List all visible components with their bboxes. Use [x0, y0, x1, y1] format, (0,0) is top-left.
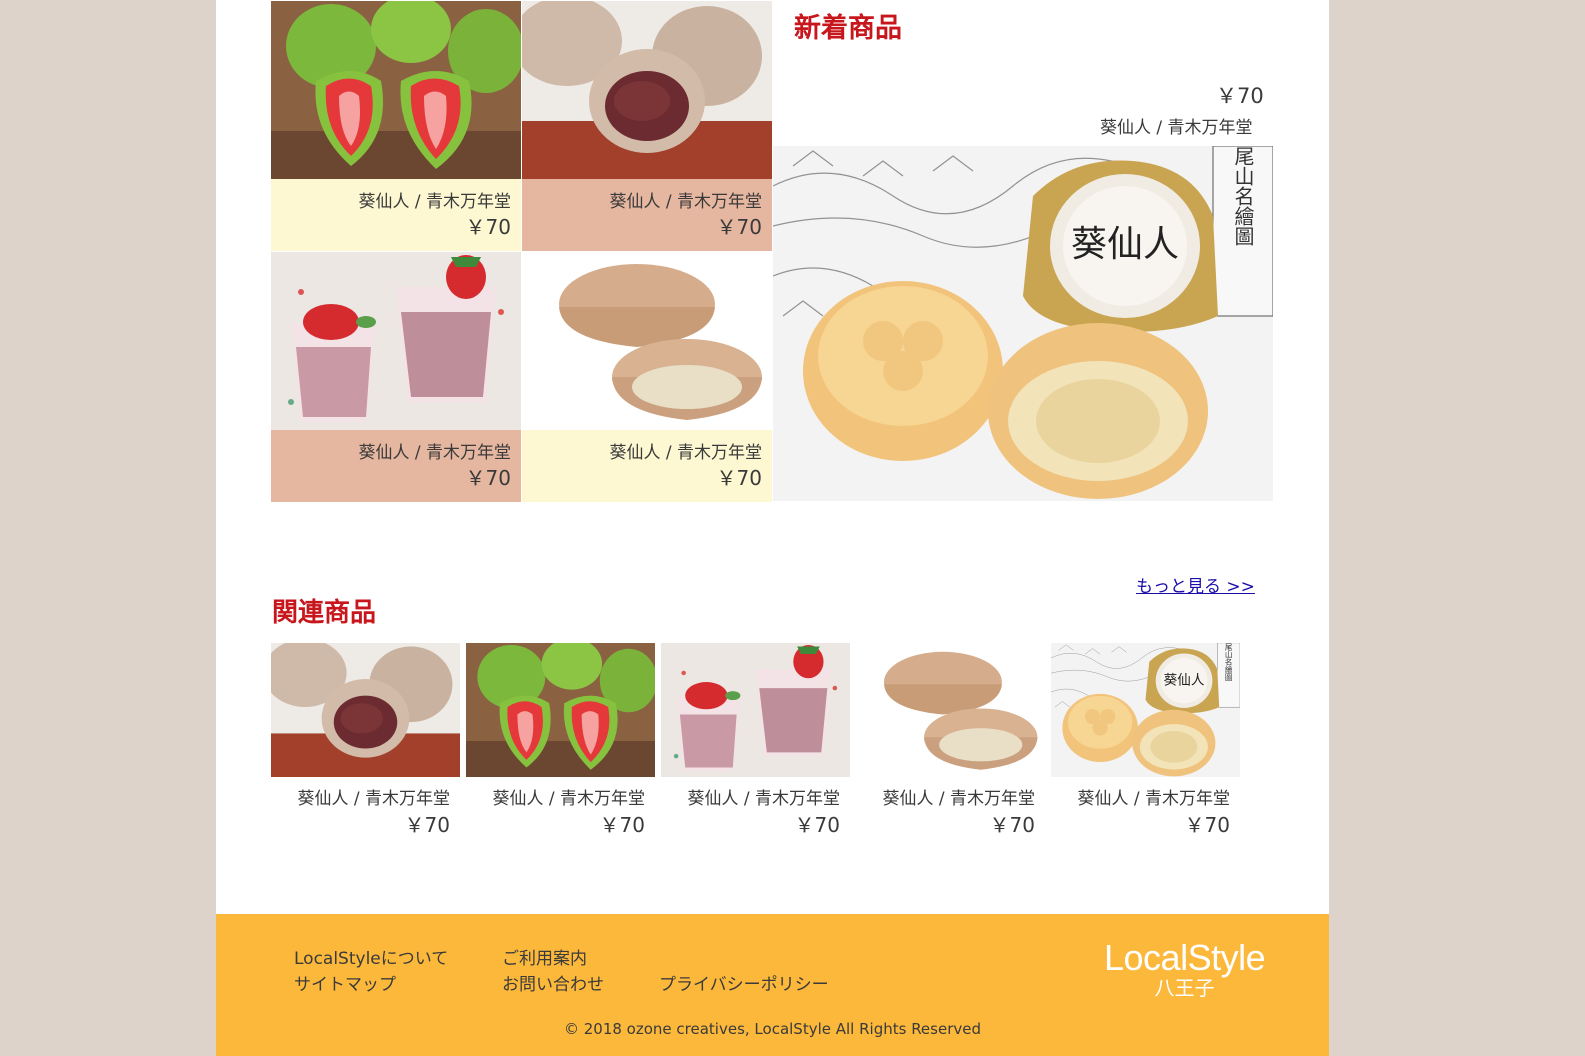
product-name: 葵仙人 / 青木万年堂: [358, 443, 511, 463]
featured-product-price: ￥70: [1216, 84, 1264, 108]
footer-link-about[interactable]: LocalStyleについて: [294, 944, 448, 969]
product-price: ￥70: [716, 215, 762, 239]
new-product-card[interactable]: 葵仙人 / 青木万年堂 ￥70: [522, 252, 772, 502]
localstyle-logo[interactable]: LocalStyle 八王子: [1104, 937, 1266, 1000]
product-name: 葵仙人 / 青木万年堂: [1077, 789, 1230, 809]
product-image[interactable]: [856, 643, 1045, 777]
footer-link-contact[interactable]: お問い合わせ: [502, 970, 604, 995]
product-image[interactable]: [522, 252, 772, 430]
related-product-card[interactable]: 葵仙人 / 青木万年堂 ￥70: [466, 643, 655, 838]
more-link[interactable]: もっと見る >>: [1136, 572, 1255, 597]
product-caption: 葵仙人 / 青木万年堂 ￥70: [522, 430, 772, 502]
product-image[interactable]: [466, 643, 655, 777]
product-price: ￥70: [599, 813, 645, 837]
product-name: 葵仙人 / 青木万年堂: [358, 192, 511, 212]
product-name: 葵仙人 / 青木万年堂: [687, 789, 840, 809]
product-image[interactable]: [271, 252, 521, 430]
logo-subtext: 八王子: [1154, 976, 1215, 1000]
footer-link-guide[interactable]: ご利用案内: [502, 944, 587, 969]
product-name: 葵仙人 / 青木万年堂: [882, 789, 1035, 809]
new-product-card[interactable]: 葵仙人 / 青木万年堂 ￥70: [522, 1, 772, 251]
product-caption: 葵仙人 / 青木万年堂 ￥70: [271, 179, 521, 251]
product-name: 葵仙人 / 青木万年堂: [609, 192, 762, 212]
product-price: ￥70: [989, 813, 1035, 837]
footer-link-sitemap[interactable]: サイトマップ: [294, 970, 396, 995]
product-name: 葵仙人 / 青木万年堂: [492, 789, 645, 809]
related-product-card[interactable]: 葵仙人 / 青木万年堂 ￥70: [661, 643, 850, 838]
featured-product-name[interactable]: 葵仙人 / 青木万年堂: [1100, 113, 1253, 138]
product-image[interactable]: [661, 643, 850, 777]
product-name: 葵仙人 / 青木万年堂: [297, 789, 450, 809]
product-image[interactable]: [1051, 643, 1240, 777]
product-image[interactable]: [522, 1, 772, 179]
product-price: ￥70: [465, 466, 511, 490]
featured-product-image[interactable]: [773, 146, 1273, 501]
related-product-card[interactable]: 葵仙人 / 青木万年堂 ￥70: [271, 643, 460, 838]
new-products-heading: 新着商品: [794, 13, 902, 44]
logo-text: LocalStyle: [1104, 937, 1266, 978]
related-product-card[interactable]: 葵仙人 / 青木万年堂 ￥70: [856, 643, 1045, 838]
product-price: ￥70: [716, 466, 762, 490]
product-name: 葵仙人 / 青木万年堂: [609, 443, 762, 463]
product-image[interactable]: [271, 1, 521, 179]
product-price: ￥70: [404, 813, 450, 837]
product-image[interactable]: [271, 643, 460, 777]
copyright: © 2018 ozone creatives, LocalStyle All R…: [563, 1020, 982, 1038]
related-product-card[interactable]: 葵仙人 / 青木万年堂 ￥70: [1051, 643, 1240, 838]
product-price: ￥70: [1184, 813, 1230, 837]
footer: LocalStyleについて ご利用案内 サイトマップ お問い合わせ プライバシ…: [216, 914, 1329, 1056]
new-product-card[interactable]: 葵仙人 / 青木万年堂 ￥70: [271, 1, 521, 251]
related-products-heading: 関連商品: [272, 598, 377, 628]
new-product-card[interactable]: 葵仙人 / 青木万年堂 ￥70: [271, 252, 521, 502]
product-price: ￥70: [465, 215, 511, 239]
product-caption: 葵仙人 / 青木万年堂 ￥70: [271, 430, 521, 502]
product-caption: 葵仙人 / 青木万年堂 ￥70: [522, 179, 772, 251]
footer-link-privacy[interactable]: プライバシーポリシー: [659, 970, 829, 995]
product-price: ￥70: [794, 813, 840, 837]
